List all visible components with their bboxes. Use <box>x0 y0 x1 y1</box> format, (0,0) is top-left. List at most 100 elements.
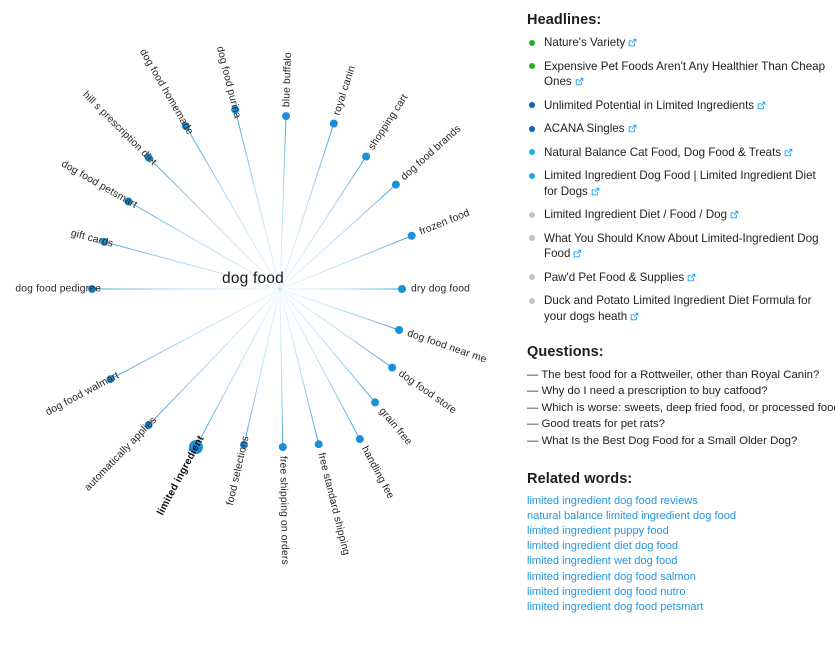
node-label[interactable]: dog food homemade <box>137 47 195 137</box>
related-word-item[interactable]: limited ingredient dog food salmon <box>527 570 827 585</box>
page-root: dog food pedigree gift cards dog food pets… <box>0 0 835 651</box>
question-text: The best food for a Rottweiler, other th… <box>538 369 820 381</box>
node-dot[interactable] <box>388 363 397 372</box>
node-label[interactable]: free shipping on orders <box>277 456 290 565</box>
related-word-link[interactable]: limited ingredient wet dog food <box>527 555 677 567</box>
question-dash: — <box>527 434 539 447</box>
related-word-link[interactable]: natural balance limited ingredient dog f… <box>527 510 736 522</box>
question-item[interactable]: — Why do I need a prescription to buy ca… <box>527 383 827 399</box>
headline-item[interactable]: Limited Ingredient Diet / Food / Dog <box>527 207 827 223</box>
related-word-item[interactable]: limited ingredient dog food reviews <box>527 494 827 509</box>
external-link-icon[interactable] <box>628 124 637 133</box>
node-label[interactable]: automatically applies <box>83 415 159 494</box>
headline-item[interactable]: What You Should Know About Limited-Ingre… <box>527 231 827 262</box>
external-link-icon[interactable] <box>687 273 696 282</box>
node-label[interactable]: grain free <box>377 406 414 448</box>
node-label[interactable]: limited ingredient <box>155 434 206 518</box>
related-word-item[interactable]: limited ingredient dog food nutro <box>527 585 827 600</box>
node-dot[interactable] <box>278 443 287 451</box>
headline-text: Unlimited Potential in Limited Ingredien… <box>544 98 755 112</box>
related-word-item[interactable]: natural balance limited ingredient dog f… <box>527 509 827 524</box>
headline-bullet-icon <box>529 211 535 218</box>
headlines-list: Nature's Variety Expensive Pet Foods Aren… <box>527 35 827 324</box>
spoke-line <box>243 288 281 446</box>
node-label[interactable]: dry dog food <box>411 284 470 295</box>
headline-item[interactable]: Nature's Variety <box>527 35 827 51</box>
external-link-icon[interactable] <box>630 312 639 321</box>
node-dot[interactable] <box>395 326 404 334</box>
node-label[interactable]: handling fee <box>359 445 396 501</box>
question-item[interactable]: — Which is worse: sweets, deep fried foo… <box>527 400 835 416</box>
question-item[interactable]: — Good treats for pet rats? <box>527 416 827 432</box>
related-word-item[interactable]: limited ingredient wet dog food <box>527 554 827 569</box>
headline-item[interactable]: Natural Balance Cat Food, Dog Food & Tre… <box>527 145 827 161</box>
related-word-item[interactable]: limited ingredient puppy food <box>527 524 827 539</box>
question-dash: — <box>527 418 539 431</box>
node-label[interactable]: shopping cart <box>367 93 411 152</box>
external-link-icon[interactable] <box>757 101 766 110</box>
node-dot[interactable] <box>371 398 380 407</box>
node-label[interactable]: dog food store <box>396 368 458 416</box>
node-label[interactable]: food selections <box>225 435 252 507</box>
node-label[interactable]: dog food brands <box>399 123 463 182</box>
question-item[interactable]: — The best food for a Rottweiler, other … <box>527 367 827 383</box>
headline-bullet-icon <box>529 102 535 108</box>
related-word-link[interactable]: limited ingredient dog food reviews <box>527 495 698 507</box>
related-word-link[interactable]: limited ingredient dog food nutro <box>527 586 686 598</box>
spoke-line <box>279 288 361 440</box>
node-dot[interactable] <box>355 435 364 444</box>
node-label[interactable]: royal canin <box>332 64 358 116</box>
node-label[interactable]: dog food walmart <box>44 370 121 418</box>
hub-label: dog food <box>222 270 284 287</box>
headline-text: Limited Ingredient Dog Food | Limited In… <box>544 169 816 198</box>
node-dot[interactable] <box>398 285 406 293</box>
spoke-line <box>279 288 400 331</box>
node-dot[interactable] <box>391 180 400 189</box>
node-label[interactable]: gift cards <box>70 228 115 250</box>
node-label[interactable]: dog food purina <box>214 45 243 119</box>
question-dash: — <box>527 385 539 398</box>
headline-item[interactable]: Expensive Pet Foods Aren't Any Healthier… <box>527 59 827 90</box>
external-link-icon[interactable] <box>591 187 600 196</box>
info-panel: Headlines: Nature's Variety Expensive Pet… <box>515 0 835 651</box>
headline-item[interactable]: ACANA Singles <box>527 121 827 137</box>
node-label[interactable]: hill s prescription diet <box>80 90 158 168</box>
node-dot[interactable] <box>282 112 290 121</box>
node-label[interactable]: blue buffalo <box>281 52 294 107</box>
headline-bullet-icon <box>529 172 535 179</box>
node-dot[interactable] <box>407 231 416 240</box>
headline-item[interactable]: Paw'd Pet Food & Supplies <box>527 270 827 286</box>
headline-text: Natural Balance Cat Food, Dog Food & Tre… <box>544 145 782 159</box>
node-label[interactable]: dog food near me <box>406 328 488 366</box>
spoke-line <box>110 288 281 380</box>
node-label[interactable]: frozen food <box>418 208 472 238</box>
external-link-icon[interactable] <box>730 210 739 219</box>
related-word-link[interactable]: limited ingredient dog food salmon <box>527 571 696 583</box>
headline-item[interactable]: Unlimited Potential in Limited Ingredien… <box>527 98 827 114</box>
node-dot[interactable] <box>362 152 371 161</box>
node-labels-group: dog food pedigree gift cards dog food pets… <box>15 45 488 565</box>
question-item[interactable]: — What Is the Best Dog Food for a Small … <box>527 433 827 449</box>
headline-item[interactable]: Duck and Potato Limited Ingredient Diet … <box>527 293 827 324</box>
related-word-item[interactable]: limited ingredient dog food petsmart <box>527 600 827 615</box>
external-link-icon[interactable] <box>628 38 637 47</box>
node-label[interactable]: dog food pedigree <box>15 284 101 295</box>
related-word-item[interactable]: limited ingredient diet dog food <box>527 539 827 554</box>
external-link-icon[interactable] <box>784 148 793 157</box>
headline-bullet-icon <box>529 235 535 241</box>
node-dot[interactable] <box>314 440 323 449</box>
spoke-line <box>234 109 281 290</box>
headline-bullet-icon <box>529 125 535 132</box>
related-word-link[interactable]: limited ingredient puppy food <box>527 525 669 537</box>
headline-item[interactable]: Limited Ingredient Dog Food | Limited In… <box>527 168 827 199</box>
node-label[interactable]: free standard shipping <box>315 452 351 557</box>
node-dot[interactable] <box>329 119 338 128</box>
related-words-list: limited ingredient dog food reviews natur… <box>527 494 827 615</box>
related-word-link[interactable]: limited ingredient diet dog food <box>527 540 678 552</box>
related-word-link[interactable]: limited ingredient dog food petsmart <box>527 601 703 613</box>
external-link-icon[interactable] <box>575 77 584 86</box>
spoke-line <box>279 288 284 448</box>
headline-text: What You Should Know About Limited-Ingre… <box>544 231 819 261</box>
node-label[interactable]: dog food petsmart <box>59 159 139 211</box>
external-link-icon[interactable] <box>573 249 582 258</box>
